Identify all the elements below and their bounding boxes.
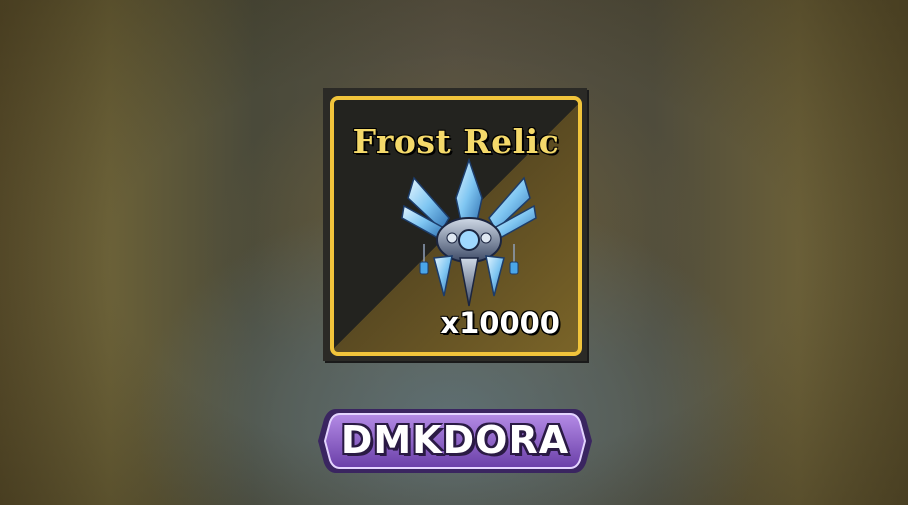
item-name: Frost Relic [352, 122, 560, 161]
brand-badge: DMKDORA [316, 405, 594, 477]
reward-item-frame: Frost Relic x10000 [330, 96, 582, 356]
item-quantity: x10000 [440, 306, 560, 340]
brand-name: DMKDORA [340, 418, 570, 462]
frost-relic-icon [401, 158, 537, 307]
reward-item-card[interactable]: Frost Relic x10000 [323, 88, 587, 361]
